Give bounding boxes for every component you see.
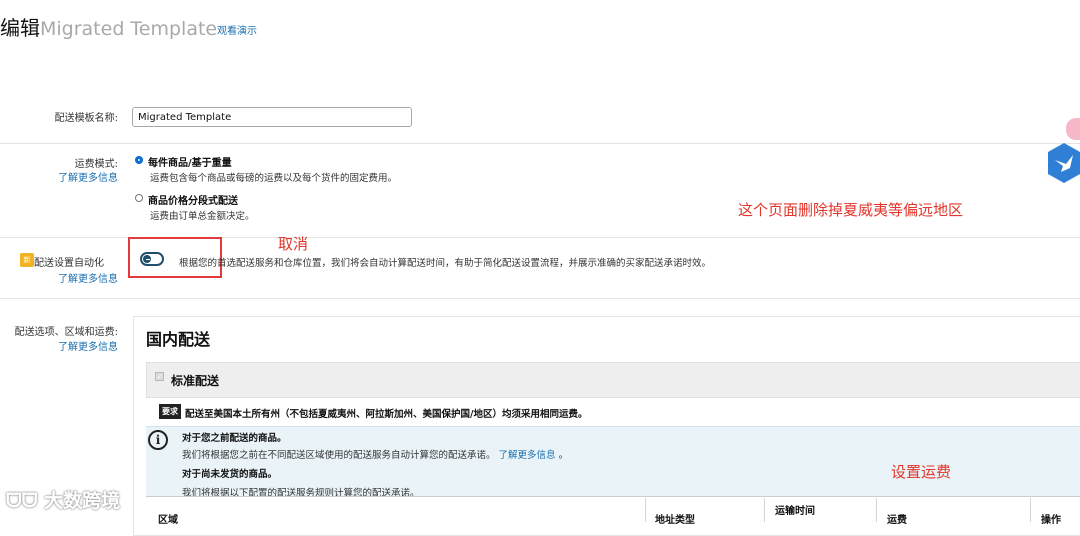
requirement-badge: 要求 [159,404,181,419]
option-price-tier-title: 商品价格分段式配送 [148,196,238,207]
toggle-knob [143,255,151,263]
watermark-logo: ᗜᗜ 大数跨境 [6,486,120,513]
option-price-tier-desc: 运费由订单总金额决定。 [150,211,255,222]
watch-demo-link[interactable]: 观看演示 [217,22,257,37]
standard-shipping-bar [146,362,1080,398]
watermark-text: 大数跨境 [44,490,121,512]
info-heading-previous: 对于您之前配送的商品。 [182,433,287,444]
radio-price-tier[interactable] [135,194,143,202]
column-separator [764,498,765,522]
edit-label: 编辑 [0,16,40,40]
shipping-mode-label: 运费模式: [74,159,118,170]
requirement-text: 配送至美国本土所有州（不包括夏威夷州、阿拉斯加州、美国保护国/地区）均须采用相同… [185,409,588,420]
standard-shipping-checkbox[interactable]: ✓ [155,372,164,381]
watermark-icon: ᗜᗜ [6,490,45,512]
radio-per-item-weight[interactable] [135,156,143,164]
automation-desc: 根据您的首选配送服务和仓库位置，我们将会自动计算配送时间，有助于简化配送设置流程… [179,258,712,269]
shipping-mode-learn-more-link[interactable]: 了解更多信息 [0,169,118,184]
automation-toggle[interactable] [140,252,164,266]
annotation-set-fee: 设置运费 [891,463,952,481]
col-address-type: 地址类型 [655,515,695,526]
column-separator [645,498,646,522]
divider [0,298,1080,299]
domestic-shipping-title: 国内配送 [146,330,211,349]
automation-learn-more-link[interactable]: 了解更多信息 [0,270,118,285]
bird-logo-icon[interactable] [1046,142,1080,184]
column-separator [876,498,877,522]
template-name-label: 配送模板名称: [54,113,118,124]
info-icon: i [148,430,168,450]
info-learn-more-link[interactable]: 了解更多信息 [499,450,556,461]
standard-shipping-title: 标准配送 [171,374,220,388]
option-per-item-title: 每件商品/基于重量 [148,158,232,169]
column-separator [1030,498,1031,522]
new-badge: 新 [20,253,34,267]
template-name-input[interactable] [132,107,412,127]
shipping-options-label: 配送选项、区域和运费: [14,327,118,338]
rates-table-header [146,496,1080,526]
automation-label: 配送设置自动化 [34,258,104,269]
page-title: 编辑Migrated Template [0,12,217,41]
col-transit-time: 运输时间 [775,506,815,517]
option-per-item-desc: 运费包含每个商品或每磅的运费以及每个货件的固定费用。 [150,173,398,184]
col-fee: 运费 [887,515,907,526]
annotation-remove-remote: 这个页面删除掉夏威夷等偏远地区 [738,201,964,219]
annotation-cancel: 取消 [278,235,309,253]
col-actions: 操作 [1041,515,1061,526]
col-region: 区域 [158,515,178,526]
divider [0,143,1080,144]
template-name-title: Migrated Template [40,18,218,40]
info-text-previous: 我们将根据您之前在不同配送区域使用的配送服务自动计算您的配送承诺。 了解更多信息… [182,450,569,461]
floating-help-button[interactable] [1066,118,1080,140]
info-heading-unshipped: 对于尚未发货的商品。 [182,469,278,480]
shipping-options-learn-more-link[interactable]: 了解更多信息 [0,338,118,353]
